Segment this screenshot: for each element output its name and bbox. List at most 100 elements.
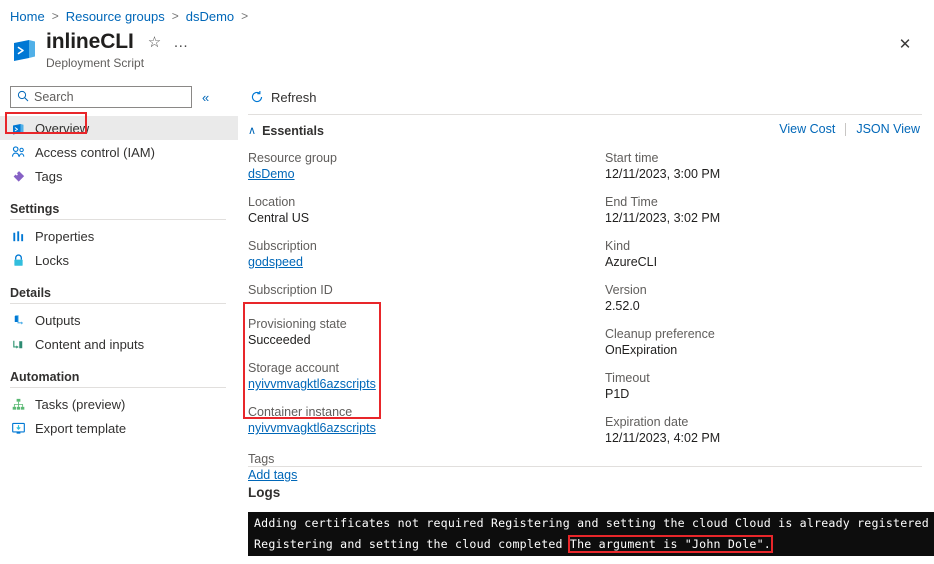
field-value[interactable]: godspeed xyxy=(248,254,588,271)
field-kind: Kind AzureCLI xyxy=(605,238,934,271)
refresh-button[interactable]: Refresh xyxy=(250,90,317,105)
essentials-header: ∧ Essentials View Cost JSON View xyxy=(248,114,922,138)
field-start-time: Start time 12/11/2023, 3:00 PM xyxy=(605,150,934,183)
page-subtitle: Deployment Script xyxy=(46,56,145,70)
field-label: Subscription ID xyxy=(248,283,333,297)
inputs-arrow-icon xyxy=(10,336,26,352)
sidebar-group-divider xyxy=(10,303,226,304)
field-value: Succeeded xyxy=(248,333,311,347)
field-label: Expiration date xyxy=(605,415,689,429)
field-version: Version 2.52.0 xyxy=(605,282,934,315)
main-content: Refresh ∧ Essentials View Cost JSON View… xyxy=(238,80,934,564)
sidebar-search-row: « xyxy=(0,80,238,108)
logs-output[interactable]: Adding certificates not required Registe… xyxy=(248,512,934,556)
field-value[interactable]: nyivvmvagktl6azscripts xyxy=(248,420,588,437)
search-box[interactable] xyxy=(10,86,192,108)
deployment-script-icon xyxy=(10,120,26,136)
outputs-arrow-icon xyxy=(10,312,26,328)
field-label: Location xyxy=(248,195,296,209)
field-label: Resource group xyxy=(248,151,337,165)
sidebar-item-tags[interactable]: Tags xyxy=(0,164,238,188)
refresh-label: Refresh xyxy=(271,89,317,105)
essentials-links: View Cost JSON View xyxy=(779,122,920,136)
properties-icon xyxy=(10,228,26,244)
field-value: 12/11/2023, 3:02 PM xyxy=(605,211,721,225)
breadcrumb-item-resource-groups[interactable]: Resource groups xyxy=(66,9,165,24)
command-bar: Refresh xyxy=(238,80,934,114)
export-template-icon xyxy=(10,420,26,436)
field-tags: Tags Add tags xyxy=(248,451,588,484)
field-label: Start time xyxy=(605,151,659,165)
field-value[interactable]: dsDemo xyxy=(248,166,588,183)
field-label: Cleanup preference xyxy=(605,327,715,341)
sidebar-group-title-details: Details xyxy=(10,286,51,300)
sidebar-item-label: Access control (IAM) xyxy=(35,144,155,160)
tag-icon xyxy=(10,168,26,184)
essentials-title: Essentials xyxy=(262,124,324,138)
field-label: Subscription xyxy=(248,239,317,253)
sidebar-item-tasks[interactable]: Tasks (preview) xyxy=(0,392,238,416)
breadcrumb-separator: > xyxy=(171,9,179,23)
field-container-instance: Container instance nyivvmvagktl6azscript… xyxy=(248,404,588,437)
sidebar-item-access-control[interactable]: Access control (IAM) xyxy=(0,140,238,164)
sidebar-group-title-automation: Automation xyxy=(10,370,80,384)
breadcrumb-separator: > xyxy=(51,9,59,23)
sidebar-item-content-and-inputs[interactable]: Content and inputs xyxy=(0,332,238,356)
sidebar: « Overview Access contr xyxy=(0,80,238,564)
sidebar-item-label: Overview xyxy=(35,120,90,136)
field-value: OnExpiration xyxy=(605,343,678,357)
page-title-block: inlineCLI ☆ … Deployment Script xyxy=(10,30,189,70)
essentials-left-column: Resource group dsDemo Location Central U… xyxy=(248,150,588,495)
field-label: Provisioning state xyxy=(248,317,347,331)
essentials-bottom-divider xyxy=(248,466,922,467)
refresh-icon xyxy=(250,90,264,104)
sidebar-item-label: Properties xyxy=(35,228,95,244)
sidebar-item-label: Export template xyxy=(35,420,127,436)
lock-icon xyxy=(10,252,26,268)
breadcrumb-separator: > xyxy=(241,9,249,23)
chevron-up-icon[interactable]: ∧ xyxy=(248,125,256,137)
field-resource-group: Resource group dsDemo xyxy=(248,150,588,183)
field-value: Central US xyxy=(248,211,310,225)
add-tags-link[interactable]: Add tags xyxy=(248,467,588,484)
field-value: P1D xyxy=(605,387,630,401)
page-title: inlineCLI xyxy=(46,30,134,53)
sidebar-item-overview[interactable]: Overview xyxy=(0,116,238,140)
field-provisioning-state: Provisioning state Succeeded xyxy=(248,316,588,349)
field-subscription-id: Subscription ID xyxy=(248,282,588,298)
essentials-right-column: Start time 12/11/2023, 3:00 PM End Time … xyxy=(605,150,934,458)
double-chevron-left-icon[interactable]: « xyxy=(202,90,209,105)
field-value: AzureCLI xyxy=(605,255,658,269)
json-view-link[interactable]: JSON View xyxy=(856,122,920,136)
field-timeout: Timeout P1D xyxy=(605,370,934,403)
field-value: 2.52.0 xyxy=(605,299,640,313)
breadcrumb-item-home[interactable]: Home xyxy=(10,9,45,24)
breadcrumb-item-dsdemo[interactable]: dsDemo xyxy=(186,9,234,24)
field-label: Container instance xyxy=(248,405,353,419)
field-end-time: End Time 12/11/2023, 3:02 PM xyxy=(605,194,934,227)
ellipsis-icon[interactable]: … xyxy=(173,35,189,50)
field-cleanup-preference: Cleanup preference OnExpiration xyxy=(605,326,934,359)
sidebar-item-outputs[interactable]: Outputs xyxy=(0,308,238,332)
field-storage-account: Storage account nyivvmvagktl6azscripts xyxy=(248,360,588,393)
field-value: 12/11/2023, 3:00 PM xyxy=(605,167,721,181)
close-icon[interactable]: ✕ xyxy=(894,33,916,55)
field-expiration-date: Expiration date 12/11/2023, 4:02 PM xyxy=(605,414,934,447)
sidebar-item-label: Locks xyxy=(35,252,69,268)
sidebar-item-label: Outputs xyxy=(35,312,81,328)
sidebar-item-export-template[interactable]: Export template xyxy=(0,416,238,440)
view-cost-link[interactable]: View Cost xyxy=(779,122,835,136)
breadcrumb: Home > Resource groups > dsDemo > xyxy=(10,6,255,26)
sidebar-item-properties[interactable]: Properties xyxy=(0,224,238,248)
star-icon[interactable]: ☆ xyxy=(148,35,161,50)
sidebar-item-locks[interactable]: Locks xyxy=(0,248,238,272)
deployment-script-icon xyxy=(10,34,40,64)
people-icon xyxy=(10,144,26,160)
sidebar-group-title-settings: Settings xyxy=(10,202,60,216)
sidebar-item-label: Content and inputs xyxy=(35,336,145,352)
field-label: Timeout xyxy=(605,371,650,385)
field-value[interactable]: nyivvmvagktl6azscripts xyxy=(248,376,588,393)
search-input[interactable] xyxy=(34,90,174,104)
field-location: Location Central US xyxy=(248,194,588,227)
sidebar-item-label: Tags xyxy=(35,168,63,184)
